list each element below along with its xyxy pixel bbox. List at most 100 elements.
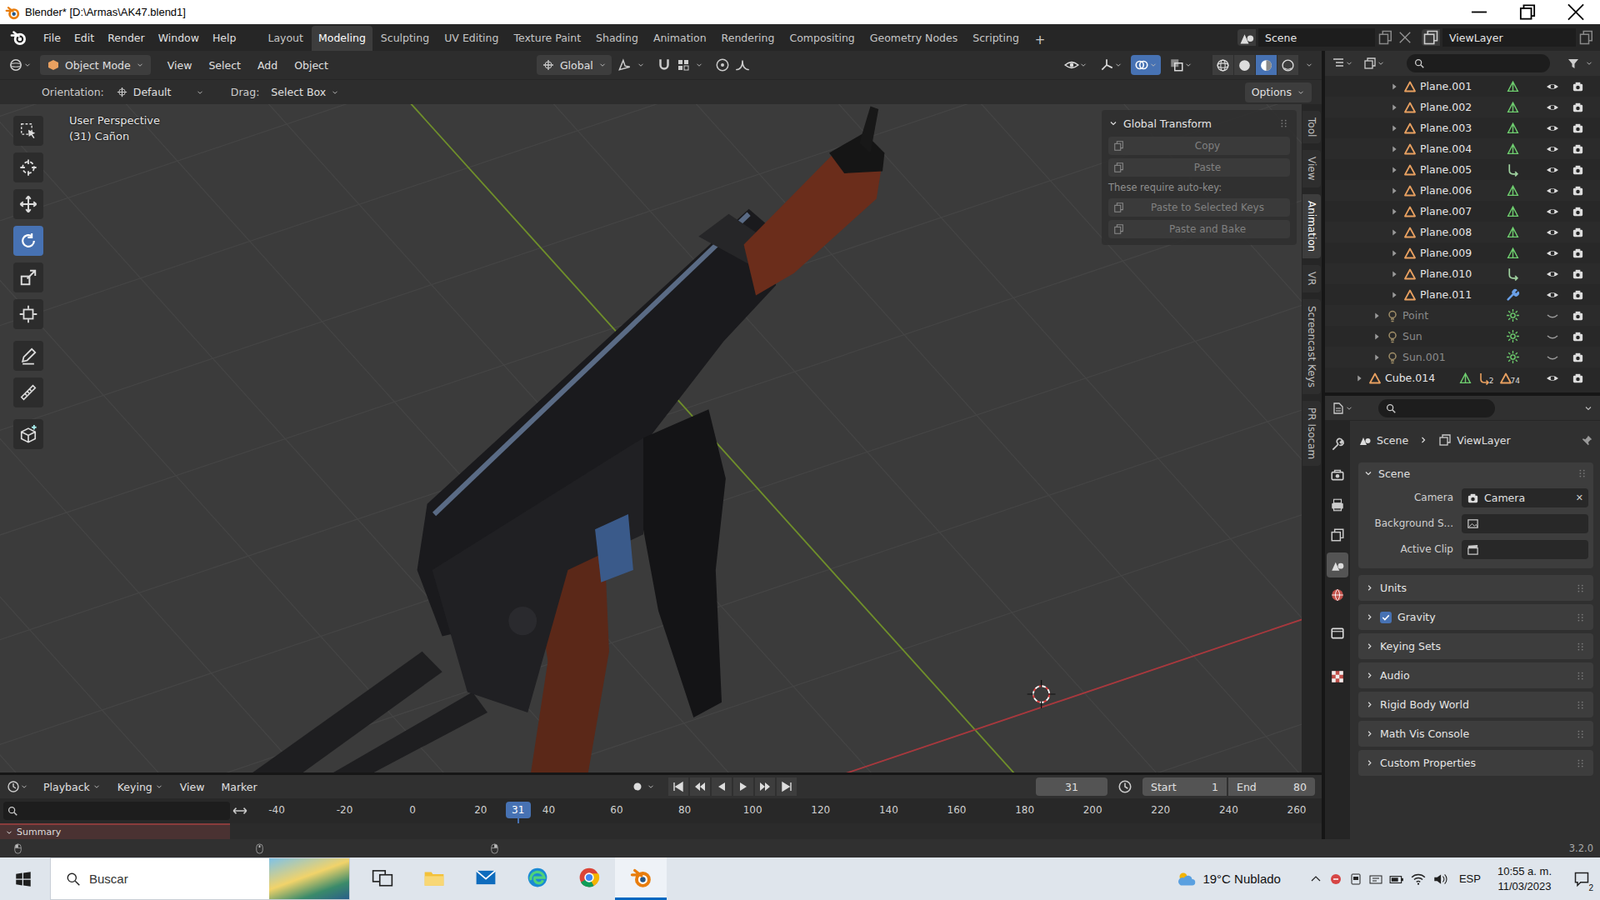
sidebar-tab[interactable]: PR Isocam	[1302, 400, 1321, 466]
render-camera-icon[interactable]	[1566, 267, 1589, 280]
outliner-row[interactable]: Point	[1325, 305, 1600, 326]
subpanel-header[interactable]: Custom Properties	[1358, 750, 1594, 776]
outliner-row[interactable]: Cube.014274	[1325, 367, 1600, 389]
shading-button[interactable]	[1234, 55, 1255, 75]
render-camera-icon[interactable]	[1566, 309, 1589, 322]
pin-icon[interactable]	[1581, 434, 1594, 446]
device-icon[interactable]	[1349, 872, 1363, 886]
outliner-row[interactable]: Plane.008	[1325, 221, 1600, 243]
object-name[interactable]: Sun	[1402, 330, 1503, 343]
object-name[interactable]: Plane.007	[1420, 205, 1503, 218]
outliner-row[interactable]: Sun.001	[1325, 346, 1600, 368]
outliner-row[interactable]: Plane.005	[1325, 159, 1600, 180]
view-layer-field[interactable]: ViewLayer	[1442, 28, 1576, 47]
show-hidden-icons-icon[interactable]	[1309, 872, 1323, 886]
subpanel-header[interactable]: Audio	[1358, 662, 1594, 689]
eye-icon[interactable]	[1541, 205, 1564, 219]
pivot-icon[interactable]	[616, 57, 632, 73]
render-camera-icon[interactable]	[1566, 205, 1589, 218]
mode-dropdown[interactable]: Object Mode	[40, 55, 151, 75]
view-layer-selector[interactable]: ViewLayer	[1421, 28, 1595, 47]
expand-arrow-icon[interactable]	[1388, 226, 1400, 239]
antivirus-icon[interactable]	[1329, 872, 1343, 886]
menu-item[interactable]: Help	[205, 28, 244, 48]
timeline-menu[interactable]: Playback	[36, 779, 108, 795]
workspace-tab[interactable]: Texture Paint	[506, 25, 588, 51]
orientation-setting-dropdown[interactable]: Default	[110, 83, 210, 102]
object-name[interactable]: Plane.003	[1420, 121, 1503, 135]
subpanel-header[interactable]: Math Vis Console	[1358, 720, 1594, 747]
outliner-row[interactable]: Plane.010	[1325, 263, 1600, 285]
expand-arrow-icon[interactable]	[1388, 80, 1400, 93]
tool-button[interactable]	[13, 377, 44, 408]
render-camera-icon[interactable]	[1566, 225, 1589, 239]
eye-icon[interactable]	[1541, 288, 1564, 302]
blender-menu-icon[interactable]	[10, 29, 27, 46]
subpanel-header[interactable]: Gravity	[1358, 604, 1594, 630]
snap-icon[interactable]	[656, 57, 672, 73]
taskbar-app[interactable]	[356, 857, 409, 900]
channel-search-field[interactable]	[3, 801, 230, 820]
workspace-tab[interactable]: UV Editing	[437, 25, 505, 51]
play-icon[interactable]	[733, 777, 754, 796]
display-mode-button[interactable]	[1363, 56, 1385, 70]
battery-icon[interactable]	[1389, 871, 1405, 887]
eye-closed-icon[interactable]	[1541, 309, 1564, 323]
shading-button[interactable]	[1212, 55, 1234, 75]
caret-icon[interactable]	[1305, 60, 1314, 70]
workspace-tab[interactable]: Sculpting	[374, 25, 436, 51]
expand-arrow-icon[interactable]	[1388, 143, 1400, 155]
notification-button[interactable]: 2	[1563, 857, 1600, 900]
orientation-dropdown[interactable]: Global	[536, 55, 612, 75]
properties-tab[interactable]	[1326, 462, 1349, 488]
workspace-tab[interactable]: Modeling	[311, 25, 373, 51]
render-camera-icon[interactable]	[1566, 246, 1589, 260]
object-name[interactable]: Plane.008	[1420, 225, 1503, 239]
playhead-frame[interactable]: 31	[505, 801, 531, 819]
object-name[interactable]: Point	[1402, 309, 1503, 322]
properties-tab[interactable]	[1326, 522, 1349, 548]
taskbar-app[interactable]	[460, 857, 512, 900]
expand-arrow-icon[interactable]	[1370, 330, 1383, 343]
menu-item[interactable]: Edit	[67, 28, 101, 48]
expand-arrow-icon[interactable]	[1388, 101, 1400, 114]
workspace-tab[interactable]: Animation	[646, 25, 714, 51]
property-field[interactable]	[1461, 514, 1589, 534]
eye-icon[interactable]	[1541, 267, 1564, 281]
properties-tab[interactable]	[1326, 552, 1349, 578]
expand-arrow-icon[interactable]	[1388, 122, 1400, 135]
properties-search-field[interactable]	[1378, 399, 1495, 418]
object-name[interactable]: Cube.014	[1385, 371, 1455, 385]
tool-button[interactable]	[13, 262, 44, 293]
scene-selector[interactable]: Scene	[1237, 28, 1414, 47]
tool-button[interactable]	[13, 115, 44, 146]
end-frame-field[interactable]: End80	[1228, 777, 1315, 796]
subpanel-header[interactable]: Rigid Body World	[1358, 691, 1594, 718]
remove-scene-icon[interactable]	[1396, 29, 1414, 46]
render-camera-icon[interactable]	[1566, 330, 1589, 343]
tool-button[interactable]	[13, 340, 44, 371]
previous-keyframe-icon[interactable]	[690, 777, 710, 796]
outliner-row[interactable]: Plane.007	[1325, 200, 1600, 222]
close-icon[interactable]	[1551, 0, 1600, 25]
start-frame-field[interactable]: Start1	[1142, 777, 1227, 796]
subpanel-header[interactable]: Units	[1358, 575, 1594, 601]
properties-tab[interactable]	[1326, 432, 1349, 458]
shading-button[interactable]	[1255, 55, 1277, 75]
expand-arrow-icon[interactable]	[1370, 351, 1383, 364]
sidebar-tab[interactable]: Screencast Keys	[1302, 299, 1321, 395]
eye-icon[interactable]	[1541, 163, 1564, 177]
workspace-tab[interactable]: Scripting	[965, 25, 1026, 51]
taskbar-clock[interactable]: 10:55 a. m.11/03/2023	[1492, 865, 1557, 893]
clear-button[interactable]: ✕	[1575, 492, 1584, 504]
expand-arrow-icon[interactable]	[1388, 268, 1400, 280]
filter-icon[interactable]	[1566, 56, 1580, 70]
object-name[interactable]: Plane.004	[1420, 142, 1503, 155]
timeline-menu[interactable]: View	[173, 779, 212, 795]
viewport-toggle[interactable]	[1060, 55, 1091, 75]
panel-header[interactable]: Scene	[1363, 462, 1589, 485]
input-language[interactable]: ESP	[1454, 872, 1486, 885]
outliner-row[interactable]: Plane.001	[1325, 75, 1600, 97]
editor-type-button[interactable]	[8, 57, 32, 73]
eye-icon[interactable]	[1541, 121, 1564, 135]
